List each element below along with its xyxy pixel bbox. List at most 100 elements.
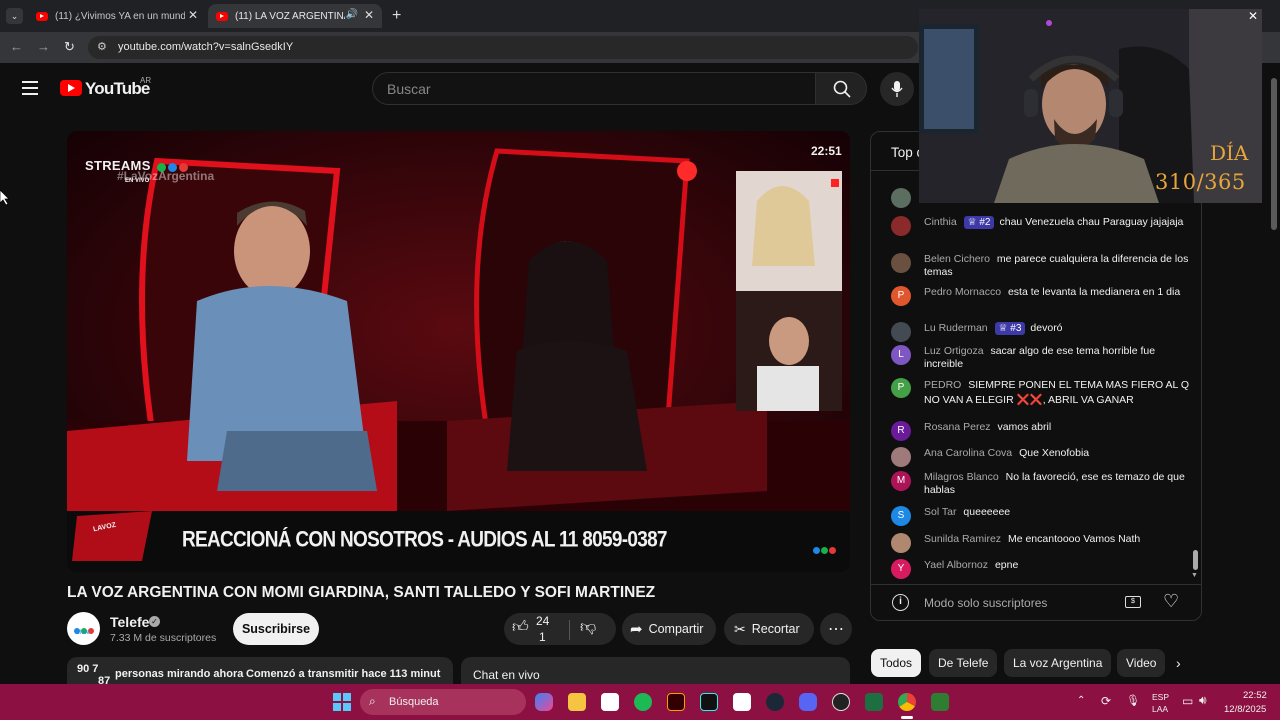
windows-start-icon[interactable] [333, 693, 351, 711]
clip-button[interactable]: ✂ Recortar [724, 613, 814, 645]
chat-author[interactable]: Cinthia [924, 216, 957, 228]
chat-avatar: S [891, 506, 911, 526]
verified-icon: ✓ [149, 616, 160, 627]
clock-date[interactable]: 12/8/2025 [1224, 704, 1266, 715]
broadcaster-dots-icon [813, 541, 836, 559]
browser-tab-1[interactable]: (11) ¿Vivimos YA en un mundo ✕ [28, 4, 206, 28]
illustrator-icon[interactable] [667, 693, 685, 711]
hamburger-menu-icon[interactable] [22, 81, 38, 99]
overlay-live-label: EN VIVO [125, 178, 150, 184]
tiktok-icon[interactable] [700, 693, 718, 711]
excel-icon[interactable] [865, 693, 883, 711]
subscriber-count: 7.33 M de suscriptores [110, 632, 217, 644]
chip-de-telefe[interactable]: De Telefe [929, 649, 998, 677]
reload-icon[interactable]: ↻ [64, 39, 75, 55]
member-rank: #2 [979, 217, 991, 228]
chat-text: vamos abril [997, 421, 1052, 433]
chat-scroll-down-icon[interactable]: ▼ [1191, 572, 1198, 579]
browser-tab-title: (11) LA VOZ ARGENTINA C [235, 10, 345, 22]
more-actions-button[interactable]: ⋯ [820, 613, 852, 645]
language-bottom[interactable]: LAA [1152, 704, 1168, 714]
url-text: youtube.com/watch?v=salnGsedkIY [118, 41, 294, 53]
discord-icon[interactable] [799, 693, 817, 711]
steam-icon[interactable] [766, 693, 784, 711]
share-button[interactable]: ➦ Compartir [622, 613, 716, 645]
chip-la-voz-argentina[interactable]: La voz Argentina [1004, 649, 1112, 677]
description-box[interactable]: 90 7 87 personas mirando ahora Comenzó a… [67, 657, 453, 684]
file-explorer-icon[interactable] [568, 693, 586, 711]
page-scrollbar[interactable] [1271, 78, 1277, 230]
search-icon [833, 80, 851, 98]
region-code: AR [140, 76, 152, 85]
tab-search-icon[interactable]: ⌄ [6, 8, 23, 24]
chat-mode-text: Modo solo suscriptores [924, 596, 1048, 610]
live-chat-panel: Top c Cinthia ♕ #2 chau Venezuela chau Pa… [870, 131, 1202, 621]
video-player[interactable]: STREAMS #LaVozArgentina EN VIVO 22:51 LA… [67, 131, 850, 572]
new-tab-icon[interactable]: + [392, 7, 401, 25]
search-button[interactable] [815, 72, 867, 105]
channel-name[interactable]: Telefe [110, 614, 149, 630]
info-icon[interactable]: i [892, 594, 909, 611]
chat-author[interactable]: PEDRO [924, 379, 961, 391]
chip-video[interactable]: Video [1117, 649, 1165, 677]
live-chat-toggle[interactable]: Chat en vivo [461, 657, 850, 684]
chrome-icon[interactable] [898, 693, 916, 711]
subscribe-button[interactable]: Suscribirse [233, 613, 319, 645]
voice-search-button[interactable] [880, 72, 914, 106]
channel-avatar[interactable]: telefe [67, 612, 100, 645]
chips-next-icon[interactable]: › [1176, 655, 1181, 671]
clock-time[interactable]: 22:52 [1243, 690, 1267, 701]
back-icon[interactable]: ← [10, 39, 23, 54]
chat-author[interactable]: Sol Tar [924, 506, 957, 518]
chat-message: Sunilda Ramirez Me encantoooo Vamos Nath [891, 533, 1191, 553]
chat-author[interactable]: Sunilda Ramirez [924, 533, 1001, 545]
browser-tab-2-active[interactable]: (11) LA VOZ ARGENTINA C 🔊 ✕ [208, 4, 382, 28]
copilot-icon[interactable] [535, 693, 553, 711]
chat-message: P Pedro Mornacco esta te levanta la media… [891, 286, 1191, 306]
close-tab-icon[interactable]: ✕ [188, 8, 198, 22]
tray-sync-icon[interactable]: ⟳ [1101, 694, 1111, 708]
chat-author[interactable]: Belen Cichero [924, 253, 990, 265]
chip-todos[interactable]: Todos [871, 649, 922, 677]
tray-chevron-icon[interactable]: ⌃ [1077, 695, 1085, 706]
chat-message: Lu Ruderman ♕ #3 devoró [891, 322, 1191, 342]
volume-icon[interactable]: 🔊︎ [1199, 693, 1207, 708]
chip-label: Video [1126, 656, 1157, 670]
language-top[interactable]: ESP [1152, 692, 1169, 702]
chat-message: M Milagros Blanco No la favoreció, ese es… [891, 471, 1191, 497]
scissors-icon: ✂ [734, 620, 746, 637]
super-chat-icon[interactable]: $ [1125, 596, 1141, 608]
taskbar-search-box[interactable]: ⌕ Búsqueda [360, 689, 526, 715]
store-icon[interactable] [601, 693, 619, 711]
webcam-overlay: DÍA 310/365 ✕ [919, 9, 1262, 203]
chat-scrollbar[interactable] [1193, 550, 1198, 570]
search-input[interactable]: Buscar [372, 72, 816, 105]
network-icon[interactable]: ▭ [1182, 694, 1193, 708]
capcut-icon[interactable] [733, 693, 751, 711]
chat-author[interactable]: Luz Ortigoza [924, 345, 984, 357]
youtube-logo-icon[interactable] [60, 80, 82, 96]
site-settings-icon[interactable]: ⚙ [97, 40, 107, 53]
close-tab-icon[interactable]: ✕ [364, 8, 374, 22]
tray-mic-icon[interactable]: 🎙︎ [1126, 694, 1140, 707]
like-button[interactable]: 👍︎ 24 1 [506, 614, 566, 644]
audio-playing-icon[interactable]: 🔊 [346, 9, 358, 20]
chat-author[interactable]: Ana Carolina Cova [924, 447, 1012, 459]
like-count-top: 24 [536, 614, 550, 628]
obs-icon[interactable] [832, 693, 850, 711]
dislike-button[interactable]: 👎︎ [574, 615, 614, 643]
forward-icon[interactable]: → [37, 39, 50, 54]
spotify-icon[interactable] [634, 693, 652, 711]
heart-reaction-icon[interactable]: ♡ [1163, 591, 1179, 612]
chat-author[interactable]: Milagros Blanco [924, 471, 999, 483]
url-field[interactable]: ⚙ youtube.com/watch?v=salnGsedkIY [88, 36, 918, 59]
chat-author[interactable]: Pedro Mornacco [924, 286, 1001, 298]
member-rank-badge: ♕ #3 [994, 322, 1026, 335]
close-overlay-icon[interactable]: ✕ [1248, 9, 1258, 23]
chat-author[interactable]: Rosana Perez [924, 421, 991, 433]
chat-author[interactable]: Yael Albornoz [924, 559, 988, 571]
chat-author[interactable]: Lu Ruderman [924, 322, 988, 334]
app-icon[interactable] [931, 693, 949, 711]
chat-message: Y Yael Albornoz epne [891, 559, 1191, 579]
chat-avatar [891, 533, 911, 553]
